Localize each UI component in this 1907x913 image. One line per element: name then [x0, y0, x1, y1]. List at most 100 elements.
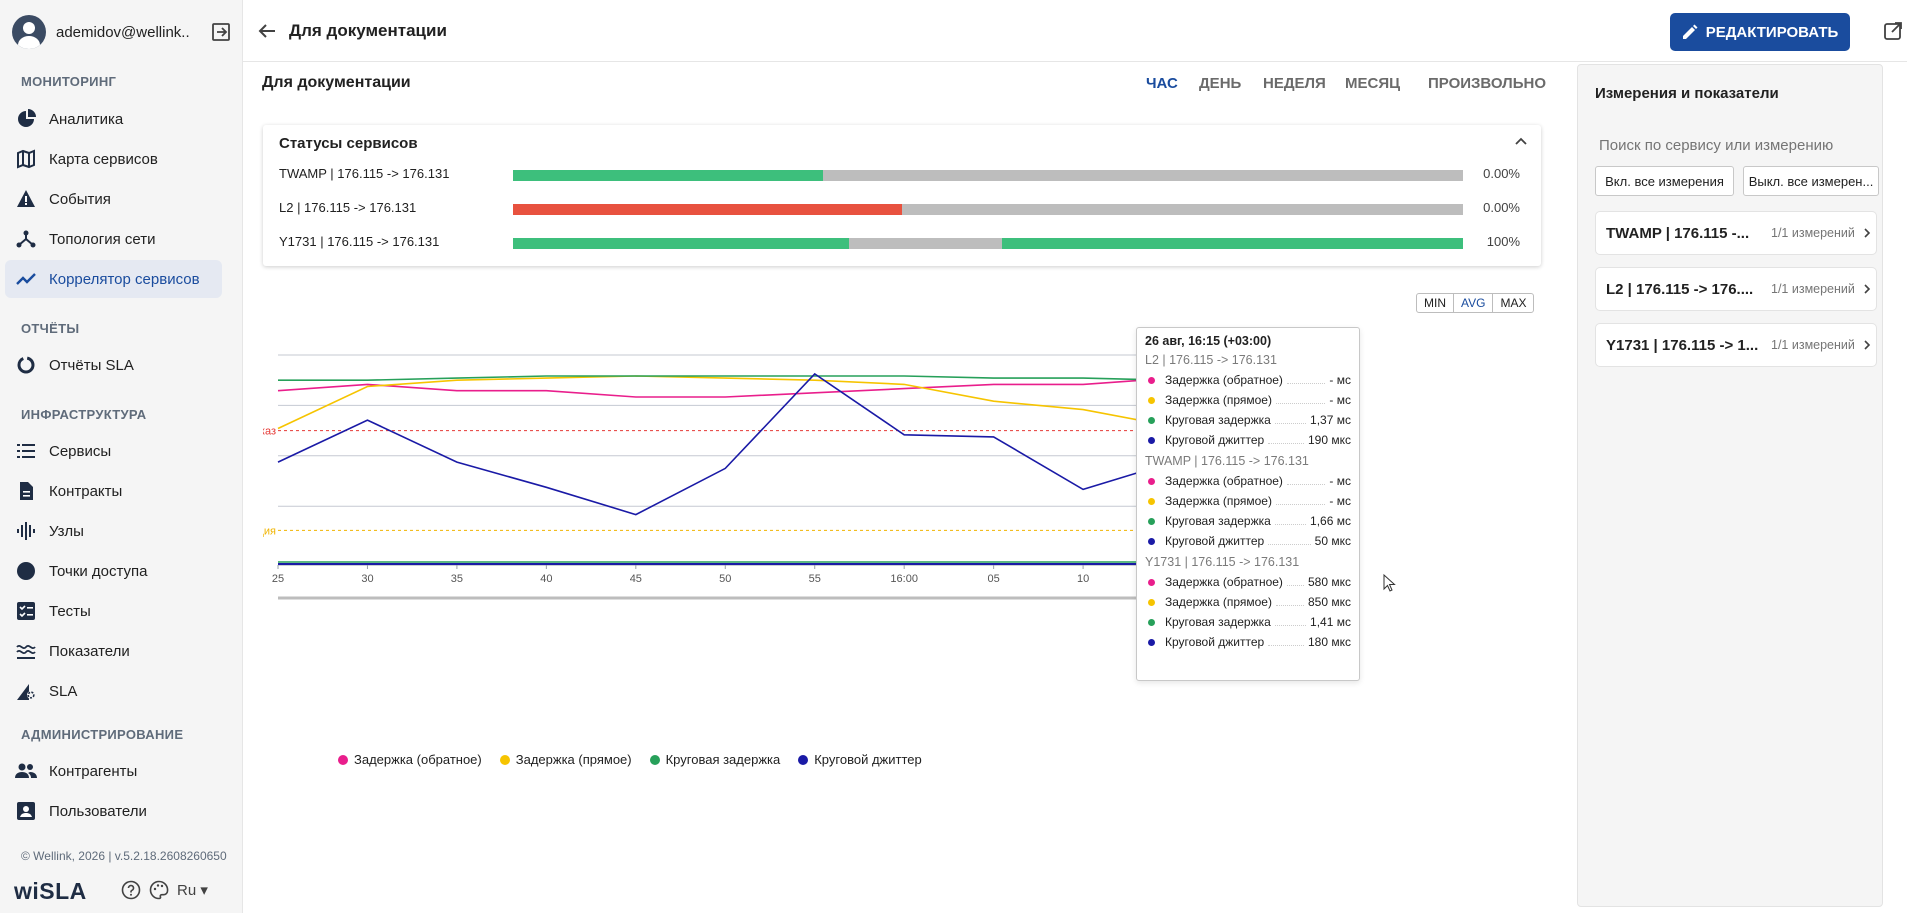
measurements-panel: Измерения и показатели Вкл. все измерени…	[1577, 64, 1883, 907]
sidebar-item-service-map[interactable]: Карта сервисов	[5, 140, 222, 178]
tooltip-dot	[1148, 497, 1155, 505]
legend-item[interactable]: Круговой джиттер	[798, 752, 922, 767]
tooltip-row: Задержка (обратное) - мс	[1145, 370, 1351, 390]
mouse-cursor-icon	[1383, 573, 1396, 592]
tooltip-value: 180 мкс	[1308, 635, 1351, 649]
status-row-label: L2 | 176.115 -> 176.131	[279, 200, 417, 215]
measurement-item[interactable]: TWAMP | 176.115 -... 1/1 измерений	[1595, 211, 1877, 255]
tooltip-label: Круговой джиттер	[1165, 635, 1265, 649]
tooltip-leader	[1268, 537, 1311, 545]
tooltip-row: Круговая задержка 1,37 мс	[1145, 410, 1351, 430]
disable-all-button[interactable]: Выкл. все измерен...	[1743, 166, 1879, 196]
avatar[interactable]	[12, 15, 46, 49]
tooltip-leader	[1286, 477, 1326, 485]
range-custom[interactable]: ПРОИЗВОЛЬНО	[1428, 75, 1546, 92]
tooltip-value: - мс	[1329, 393, 1351, 407]
language-select[interactable]: Ru ▾	[177, 881, 208, 899]
tooltip-leader	[1274, 517, 1307, 525]
status-row: L2 | 176.115 -> 176.131 0.00%	[279, 199, 1529, 219]
x-tick-label: 55	[809, 573, 821, 585]
tooltip-label: Круговой джиттер	[1165, 534, 1265, 548]
tooltip-row: Задержка (обратное) 580 мкс	[1145, 572, 1351, 592]
sidebar-item-sla-reports[interactable]: Отчёты SLA	[5, 346, 222, 384]
sidebar-item-nodes[interactable]: Узлы	[5, 512, 222, 550]
tooltip-value: 850 мкс	[1308, 595, 1351, 609]
tooltip-label: Круговая задержка	[1165, 514, 1271, 528]
sidebar-item-counterparties[interactable]: Контрагенты	[5, 752, 222, 790]
measurement-item[interactable]: L2 | 176.115 -> 176.... 1/1 измерений	[1595, 267, 1877, 311]
measurement-count: 1/1 измерений	[1771, 226, 1855, 240]
chevron-right-icon	[1864, 228, 1871, 238]
open-external-icon[interactable]	[1883, 21, 1903, 41]
search-input[interactable]	[1599, 137, 1869, 154]
sidebar-item-metrics[interactable]: Показатели	[5, 632, 222, 670]
tooltip-value: 1,66 мс	[1310, 514, 1351, 528]
section-reports: ОТЧЁТЫ	[21, 321, 80, 336]
tooltip-label: Задержка (прямое)	[1165, 393, 1272, 407]
sidebar-item-label: События	[49, 190, 111, 208]
topology-icon	[15, 228, 37, 250]
sidebar-item-label: Коррелятор сервисов	[49, 270, 200, 288]
tooltip-dot	[1148, 618, 1155, 626]
user-card-icon	[15, 800, 37, 822]
help-icon[interactable]	[121, 880, 141, 900]
status-card-title: Статусы сервисов	[279, 135, 418, 152]
sidebar-item-topology[interactable]: Топология сети	[5, 220, 222, 258]
logout-icon[interactable]	[211, 22, 231, 42]
sidebar-item-sla[interactable]: SLA	[5, 672, 222, 710]
range-hour[interactable]: ЧАС	[1146, 75, 1178, 92]
sidebar-item-users[interactable]: Пользователи	[5, 792, 222, 830]
x-tick-label: 25	[272, 573, 284, 585]
sidebar-item-contracts[interactable]: Контракты	[5, 472, 222, 510]
legend-item[interactable]: Задержка (прямое)	[499, 752, 632, 767]
palette-icon[interactable]	[149, 880, 169, 900]
main-title: Для документации	[262, 74, 411, 91]
metrics-icon	[15, 640, 37, 662]
sidebar-item-label: Контрагенты	[49, 762, 138, 780]
status-row: Y1731 | 176.115 -> 176.131 100%	[279, 233, 1529, 253]
legend-item[interactable]: Круговая задержка	[649, 752, 780, 767]
chevron-up-icon[interactable]	[1513, 134, 1529, 150]
tooltip-label: Задержка (обратное)	[1165, 575, 1283, 589]
caret-down-icon: ▾	[200, 882, 208, 899]
x-tick-label: 50	[719, 573, 731, 585]
tooltip-label: Задержка (обратное)	[1165, 474, 1283, 488]
legend-item[interactable]: Задержка (обратное)	[338, 752, 482, 767]
sidebar-item-analytics[interactable]: Аналитика	[5, 100, 222, 138]
sidebar-item-events[interactable]: События	[5, 180, 222, 218]
legend-dot	[499, 754, 510, 765]
enable-all-button[interactable]: Вкл. все измерения	[1595, 166, 1734, 196]
checklist-icon	[15, 600, 37, 622]
sidebar-item-label: Узлы	[49, 522, 84, 540]
tooltip-leader	[1268, 638, 1304, 646]
chart-legend: Задержка (обратное) Задержка (прямое) Кр…	[338, 752, 922, 767]
tooltip-row: Круговая задержка 1,66 мс	[1145, 511, 1351, 531]
status-bar	[513, 170, 1463, 181]
section-admin: АДМИНИСТРИРОВАНИЕ	[21, 727, 184, 742]
user-block[interactable]: ademidov@wellink...	[12, 14, 234, 50]
range-week[interactable]: НЕДЕЛЯ	[1263, 75, 1326, 92]
range-month[interactable]: МЕСЯЦ	[1345, 75, 1400, 92]
status-segment	[513, 238, 850, 249]
tooltip-leader	[1275, 396, 1326, 404]
edit-button[interactable]: РЕДАКТИРОВАТЬ	[1670, 13, 1850, 51]
sidebar-item-services[interactable]: Сервисы	[5, 432, 222, 470]
tooltip-label: Задержка (прямое)	[1165, 494, 1272, 508]
sidebar-item-label: Показатели	[49, 642, 130, 660]
tooltip-group-title: TWAMP | 176.115 -> 176.131	[1145, 454, 1309, 468]
range-day[interactable]: ДЕНЬ	[1199, 75, 1241, 92]
x-tick-label: 10	[1077, 573, 1089, 585]
sidebar-item-access-points[interactable]: Точки доступа	[5, 552, 222, 590]
x-tick-label: 05	[988, 573, 1000, 585]
status-row-label: TWAMP | 176.115 -> 176.131	[279, 166, 450, 181]
measurement-item[interactable]: Y1731 | 176.115 -> 1... 1/1 измерений	[1595, 323, 1877, 367]
section-monitoring: МОНИТОРИНГ	[21, 74, 117, 89]
footer-tools: Ru ▾	[121, 880, 208, 900]
sidebar-item-tests[interactable]: Тесты	[5, 592, 222, 630]
back-arrow-icon[interactable]	[257, 21, 277, 41]
status-segment	[513, 204, 902, 215]
sla-icon	[15, 680, 37, 702]
sidebar-item-correlator[interactable]: Коррелятор сервисов	[5, 260, 222, 298]
tooltip-leader	[1274, 618, 1307, 626]
section-infra: ИНФРАСТРУКТУРА	[21, 407, 147, 422]
